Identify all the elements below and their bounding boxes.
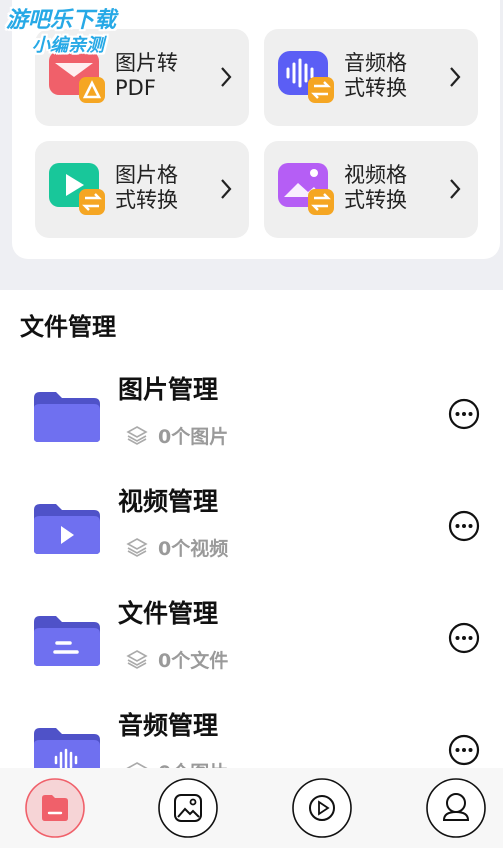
row-meta: 0个文件 xyxy=(126,646,228,672)
more-options-icon[interactable] xyxy=(448,398,480,430)
row-title: 图片管理 xyxy=(118,375,219,404)
tool-image-convert[interactable]: 图片格 式转换 xyxy=(35,141,249,238)
layers-icon xyxy=(126,650,148,669)
watermark-line: 小编亲测 xyxy=(32,35,104,56)
chevron-right-icon xyxy=(221,179,232,199)
item-count: 0个视频 xyxy=(158,537,229,560)
audio-convert-icon xyxy=(278,51,334,103)
layers-icon xyxy=(126,426,148,445)
file-row-documents[interactable]: 文件管理 0个文件 xyxy=(0,584,503,696)
tool-label: 图片格 式转换 xyxy=(115,163,178,212)
row-meta: 0个视频 xyxy=(126,534,228,560)
video-folder-icon xyxy=(34,504,100,554)
more-options-icon[interactable] xyxy=(448,510,480,542)
nav-profile-button[interactable] xyxy=(426,778,486,838)
bottom-nav xyxy=(0,768,503,848)
nav-videos-button[interactable] xyxy=(292,778,352,838)
document-folder-icon xyxy=(34,616,100,666)
chevron-right-icon xyxy=(450,67,461,87)
file-row-images[interactable]: 图片管理 0个图片 xyxy=(0,360,503,472)
item-count: 0个图片 xyxy=(158,425,229,448)
item-count: 0个文件 xyxy=(158,649,229,672)
more-options-icon[interactable] xyxy=(448,734,480,766)
tool-audio-convert[interactable]: 音频格 式转换 xyxy=(264,29,478,126)
more-options-icon[interactable] xyxy=(448,622,480,654)
chevron-right-icon xyxy=(221,67,232,87)
layers-icon xyxy=(126,538,148,557)
tool-video-convert[interactable]: 视频格 式转换 xyxy=(264,141,478,238)
folder-icon xyxy=(34,392,100,442)
nav-images-button[interactable] xyxy=(158,778,218,838)
watermark: 游吧乐下载 小编亲测 xyxy=(6,8,148,64)
tool-label: 音频格 式转换 xyxy=(344,51,407,100)
tool-label: 视频格 式转换 xyxy=(344,163,407,212)
section-title: 文件管理 xyxy=(20,313,116,341)
row-title: 文件管理 xyxy=(118,599,219,628)
nav-files-button[interactable] xyxy=(25,778,85,838)
row-meta: 0个图片 xyxy=(126,422,228,448)
image-convert-icon xyxy=(49,163,105,215)
video-convert-icon xyxy=(278,163,334,215)
row-title: 视频管理 xyxy=(118,487,219,516)
file-row-videos[interactable]: 视频管理 0个视频 xyxy=(0,472,503,584)
row-title: 音频管理 xyxy=(118,711,219,740)
chevron-right-icon xyxy=(450,179,461,199)
watermark-line: 游吧乐下载 xyxy=(6,8,117,33)
